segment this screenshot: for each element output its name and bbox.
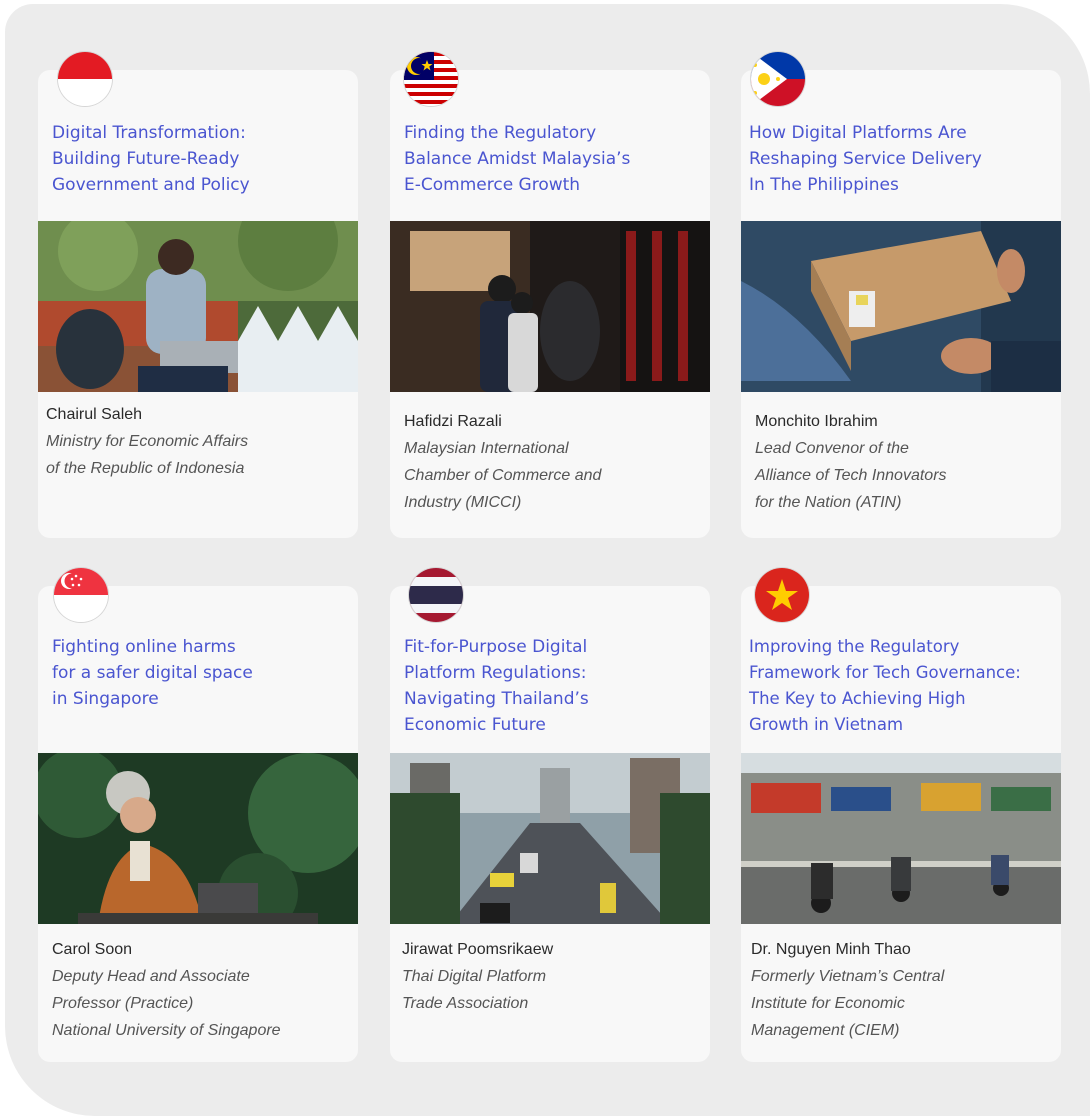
philippines-flag-icon	[751, 52, 805, 106]
author-name: Chairul Saleh	[46, 406, 143, 423]
article-card-philippines[interactable]: How Digital Platforms Are Reshaping Serv…	[741, 52, 1061, 538]
author-info: Carol Soon Deputy Head and Associate Pro…	[52, 936, 350, 1044]
author-name: Dr. Nguyen Minh Thao	[751, 941, 911, 958]
author-name: Carol Soon	[52, 941, 133, 958]
author-affiliation-line: Deputy Head and Associate	[52, 968, 250, 985]
author-affiliation-line: Industry (MICCI)	[404, 494, 522, 511]
author-affiliation-line: National University of Singapore	[52, 1022, 281, 1039]
author-name: Jirawat Poomsrikaew	[402, 941, 554, 958]
author-affiliation-line: Malaysian International	[404, 440, 569, 457]
singapore-flag-icon	[54, 568, 108, 622]
thailand-flag-icon	[409, 568, 463, 622]
author-affiliation-line: Chamber of Commerce and	[404, 467, 602, 484]
author-info: Monchito Ibrahim Lead Convenor of the Al…	[755, 408, 1053, 516]
article-card-indonesia[interactable]: Digital Transformation: Building Future-…	[38, 52, 358, 538]
author-info: Jirawat Poomsrikaew Thai Digital Platfor…	[402, 936, 702, 1017]
article-card-vietnam[interactable]: Improving the Regulatory Framework for T…	[741, 568, 1061, 1062]
indonesia-flag-icon	[58, 52, 112, 106]
author-affiliation-line: Alliance of Tech Innovators	[755, 467, 947, 484]
article-card-singapore[interactable]: Fighting online harms for a safer digita…	[38, 568, 358, 1062]
vietnam-flag-icon	[755, 568, 809, 622]
author-affiliation-line: Formerly Vietnam’s Central	[751, 968, 945, 985]
article-title[interactable]: Finding the Regulatory Balance Amidst Ma…	[404, 120, 700, 198]
article-title[interactable]: Improving the Regulatory Framework for T…	[749, 634, 1051, 738]
article-title[interactable]: Fit-for-Purpose Digital Platform Regulat…	[404, 634, 700, 738]
author-info: Hafidzi Razali Malaysian International C…	[404, 408, 702, 516]
article-title[interactable]: How Digital Platforms Are Reshaping Serv…	[749, 120, 1051, 198]
author-name: Hafidzi Razali	[404, 413, 502, 430]
author-affiliation-line: Management (CIEM)	[751, 1022, 900, 1039]
malaysia-flag-icon	[404, 52, 458, 106]
article-title[interactable]: Fighting online harms for a safer digita…	[52, 634, 348, 712]
article-photo-bangkok-street[interactable]	[390, 753, 710, 924]
article-photo-vietnam-street[interactable]	[741, 753, 1061, 924]
author-affiliation-line: Institute for Economic	[751, 995, 905, 1012]
author-affiliation-line: Trade Association	[402, 995, 529, 1012]
article-card-thailand[interactable]: Fit-for-Purpose Digital Platform Regulat…	[390, 568, 710, 1062]
author-affiliation-line: Lead Convenor of the	[755, 440, 909, 457]
author-affiliation-line: Ministry for Economic Affairs	[46, 433, 249, 450]
article-photo-student-laptop[interactable]	[38, 221, 358, 392]
author-affiliation-line: for the Nation (ATIN)	[755, 494, 902, 511]
article-title[interactable]: Digital Transformation: Building Future-…	[52, 120, 348, 198]
author-affiliation-line: of the Republic of Indonesia	[46, 460, 245, 477]
author-name: Monchito Ibrahim	[755, 413, 878, 430]
author-info: Dr. Nguyen Minh Thao Formerly Vietnam’s …	[751, 936, 1053, 1044]
author-affiliation-line: Professor (Practice)	[52, 995, 194, 1012]
author-info: Chairul Saleh Ministry for Economic Affa…	[46, 401, 350, 482]
article-photo-woman-coffee[interactable]	[38, 753, 358, 924]
article-photo-package-delivery[interactable]	[741, 221, 1061, 392]
article-card-malaysia[interactable]: Finding the Regulatory Balance Amidst Ma…	[390, 52, 710, 538]
article-photo-shop-customers[interactable]	[390, 221, 710, 392]
author-affiliation-line: Thai Digital Platform	[402, 968, 547, 985]
